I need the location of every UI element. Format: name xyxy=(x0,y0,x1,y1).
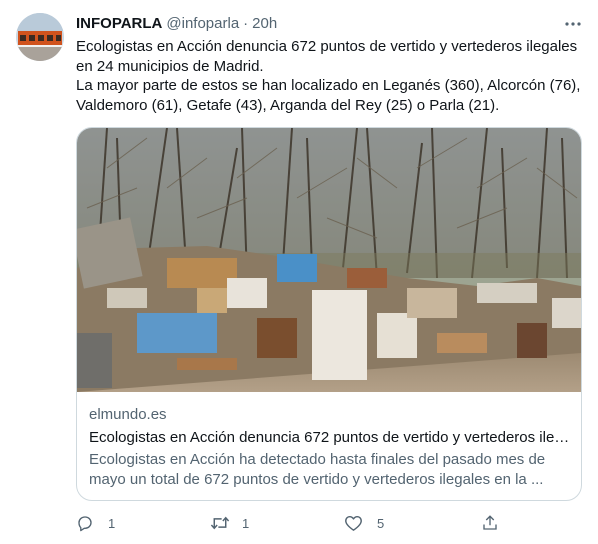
tweet-actions: 1 1 5 xyxy=(76,512,506,534)
card-body: elmundo.es Ecologistas en Acción denunci… xyxy=(89,405,571,490)
avatar[interactable] xyxy=(16,13,64,61)
tweet[interactable]: INFOPARLA @infoparla · 20h Ecologistas e… xyxy=(0,0,598,544)
tweet-header: INFOPARLA @infoparla · 20h xyxy=(76,13,277,33)
share-button[interactable] xyxy=(481,512,499,534)
reply-count: 1 xyxy=(108,515,116,531)
timestamp[interactable]: 20h xyxy=(252,15,277,32)
card-title[interactable]: Ecologistas en Acción denuncia 672 punto… xyxy=(89,428,571,448)
heart-icon xyxy=(345,515,362,531)
reply-button[interactable]: 1 xyxy=(76,512,115,534)
more-options-button[interactable] xyxy=(562,14,584,34)
display-name[interactable]: INFOPARLA xyxy=(76,15,162,32)
retweet-count: 1 xyxy=(242,515,250,531)
user-handle[interactable]: @infoparla xyxy=(166,15,239,32)
link-card[interactable]: elmundo.es Ecologistas en Acción denunci… xyxy=(76,127,582,501)
card-domain: elmundo.es xyxy=(89,406,167,423)
avatar-image xyxy=(16,13,64,61)
tweet-text: Ecologistas en Acción denuncia 672 punto… xyxy=(76,37,586,115)
retweet-icon xyxy=(210,516,230,530)
tweet-text-line: La mayor parte de estos se han localizad… xyxy=(76,77,581,114)
tweet-text-line: Ecologistas en Acción denuncia 672 punto… xyxy=(76,38,578,75)
retweet-button[interactable]: 1 xyxy=(210,512,249,534)
like-count: 5 xyxy=(377,515,385,531)
dump-photo xyxy=(77,128,581,392)
separator-dot: · xyxy=(243,14,249,32)
share-icon xyxy=(483,515,497,530)
card-image xyxy=(77,128,581,392)
like-button[interactable]: 5 xyxy=(344,512,384,534)
reply-icon xyxy=(78,516,92,532)
more-horizontal-icon xyxy=(565,22,581,26)
card-description: Ecologistas en Acción ha detectado hasta… xyxy=(89,451,546,488)
